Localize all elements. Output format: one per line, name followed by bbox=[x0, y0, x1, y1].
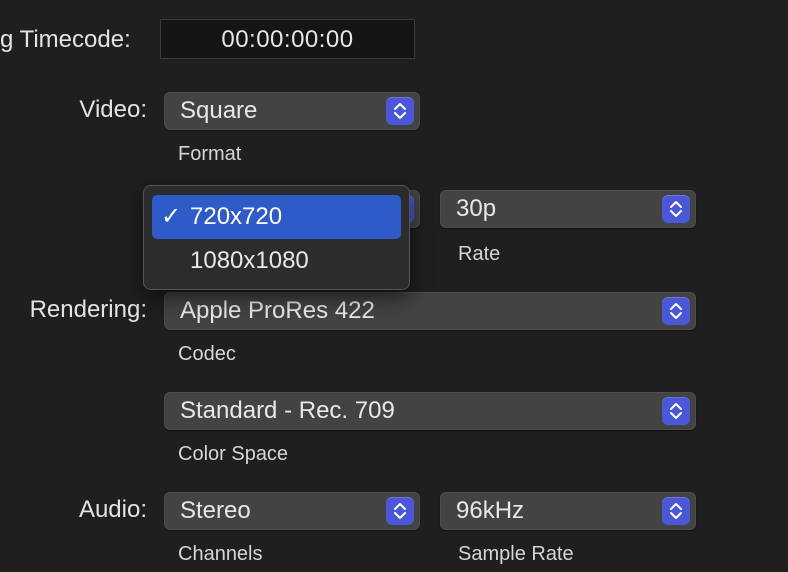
sample-rate-popup[interactable]: 96kHz bbox=[440, 492, 696, 530]
sample-rate-caption: Sample Rate bbox=[458, 543, 574, 565]
channels-caption: Channels bbox=[178, 543, 263, 565]
chevron-up-down-icon bbox=[662, 497, 690, 525]
codec-caption: Codec bbox=[178, 343, 236, 365]
codec-value: Apple ProRes 422 bbox=[180, 297, 375, 324]
rate-value: 30p bbox=[456, 195, 497, 222]
rate-caption: Rate bbox=[458, 243, 501, 265]
menu-item-1080x1080[interactable]: 1080x1080 bbox=[152, 239, 401, 283]
color-space-caption: Color Space bbox=[178, 443, 289, 465]
codec-popup[interactable]: Apple ProRes 422 bbox=[164, 292, 696, 330]
starting-timecode-label: g Timecode: bbox=[0, 26, 131, 53]
channels-value: Stereo bbox=[180, 497, 251, 524]
audio-label: Audio: bbox=[78, 496, 147, 523]
resolution-menu: ✓ 720x720 1080x1080 bbox=[143, 185, 410, 290]
format-value: Square bbox=[180, 97, 258, 124]
color-space-value: Standard - Rec. 709 bbox=[180, 397, 395, 424]
channels-popup[interactable]: Stereo bbox=[164, 492, 420, 530]
rendering-label: Rendering: bbox=[29, 296, 147, 323]
sample-rate-value: 96kHz bbox=[456, 497, 525, 524]
checkmark-icon: ✓ bbox=[160, 203, 182, 230]
chevron-up-down-icon bbox=[662, 195, 690, 223]
rate-popup[interactable]: 30p bbox=[440, 190, 696, 228]
menu-item-label: 1080x1080 bbox=[190, 247, 309, 274]
chevron-up-down-icon bbox=[662, 297, 690, 325]
video-label: Video: bbox=[79, 96, 147, 123]
timecode-field[interactable]: 00:00:00:00 bbox=[160, 19, 415, 59]
menu-item-720x720[interactable]: ✓ 720x720 bbox=[152, 195, 401, 239]
color-space-popup[interactable]: Standard - Rec. 709 bbox=[164, 392, 696, 430]
chevron-up-down-icon bbox=[662, 397, 690, 425]
chevron-up-down-icon bbox=[386, 497, 414, 525]
chevron-up-down-icon bbox=[386, 97, 414, 125]
format-caption: Format bbox=[178, 143, 242, 165]
menu-item-label: 720x720 bbox=[190, 203, 283, 230]
format-popup[interactable]: Square bbox=[164, 92, 420, 130]
